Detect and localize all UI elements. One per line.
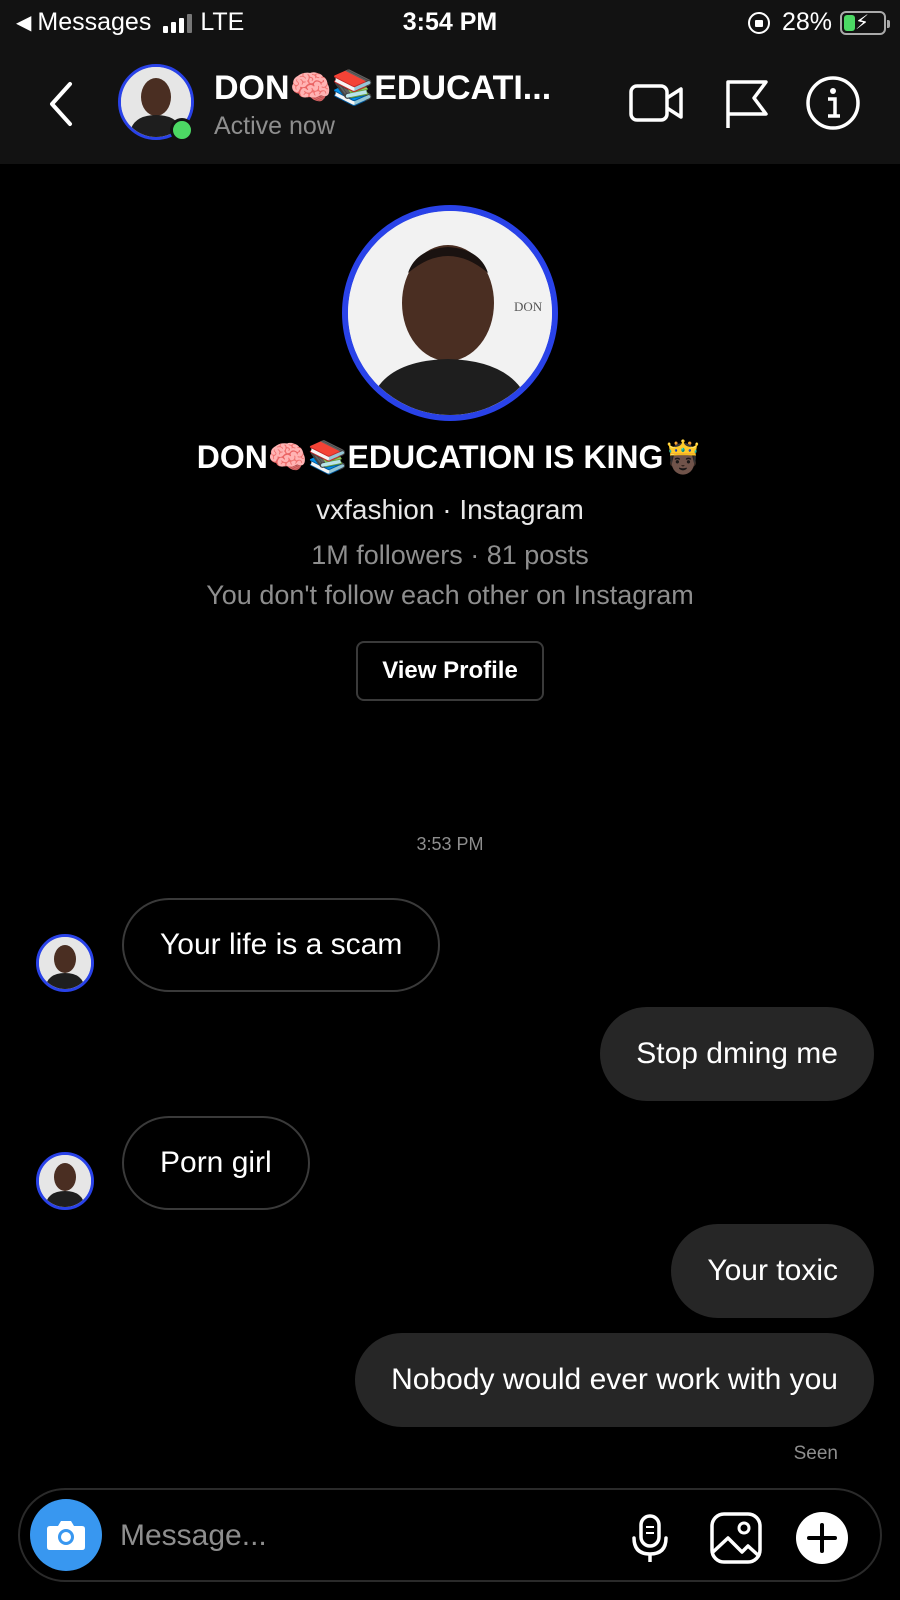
header-name[interactable]: DON🧠📚EDUCATI... xyxy=(214,68,551,108)
sender-avatar[interactable] xyxy=(36,934,94,992)
sender-avatar[interactable] xyxy=(36,1152,94,1210)
plus-icon[interactable] xyxy=(794,1510,850,1566)
orientation-lock-icon xyxy=(747,11,770,34)
sender-photo-icon xyxy=(39,1155,91,1207)
profile-stats: 1M followers · 81 posts xyxy=(311,540,589,570)
battery-percent: 28% xyxy=(781,8,832,36)
online-indicator xyxy=(170,118,194,142)
header-status: Active now xyxy=(214,112,335,140)
follow-relation: You don't follow each other on Instagram xyxy=(206,580,694,610)
profile-handle: vxfashion · Instagram xyxy=(316,494,584,525)
chevron-left-icon[interactable] xyxy=(44,80,78,128)
message-bubble-incoming[interactable]: Your life is a scam xyxy=(122,898,441,992)
dm-screen: ◀ Messages LTE 3:54 PM 28% ⚡ DON🧠📚EDUCAT… xyxy=(0,0,900,1600)
profile-avatar[interactable]: DON xyxy=(342,205,558,421)
message-bubble-incoming[interactable]: Porn girl xyxy=(122,1116,310,1210)
gallery-icon[interactable] xyxy=(708,1510,764,1566)
info-icon[interactable] xyxy=(804,74,862,132)
message-bubble-outgoing[interactable]: Your toxic xyxy=(671,1224,874,1318)
flag-icon[interactable] xyxy=(718,74,776,132)
view-profile-button[interactable]: View Profile xyxy=(356,641,544,701)
camera-button[interactable] xyxy=(30,1499,102,1571)
sender-photo-icon xyxy=(39,937,91,989)
message-bubble-outgoing[interactable]: Stop dming me xyxy=(600,1007,874,1101)
message-composer xyxy=(18,1488,882,1582)
battery-icon: ⚡ xyxy=(840,10,890,35)
battery-fill xyxy=(844,14,855,31)
message-input[interactable] xyxy=(120,1512,600,1560)
status-bar: ◀ Messages LTE 3:54 PM 28% ⚡ xyxy=(0,0,900,46)
profile-photo-icon: DON xyxy=(348,211,552,415)
microphone-icon[interactable] xyxy=(622,1510,678,1566)
video-camera-icon[interactable] xyxy=(628,74,686,132)
avatar-watermark: DON xyxy=(514,299,543,314)
chat-header: DON🧠📚EDUCATI... Active now xyxy=(0,46,900,164)
status-right: 28% ⚡ xyxy=(747,8,890,37)
message-bubble-outgoing[interactable]: Nobody would ever work with you xyxy=(355,1333,874,1427)
camera-icon xyxy=(47,1521,85,1550)
charging-bolt-icon: ⚡ xyxy=(855,11,870,34)
profile-name: DON🧠📚EDUCATION IS KING🤴🏿 xyxy=(196,439,704,475)
seen-receipt: Seen xyxy=(793,1443,838,1464)
thread-timestamp: 3:53 PM xyxy=(416,834,484,854)
